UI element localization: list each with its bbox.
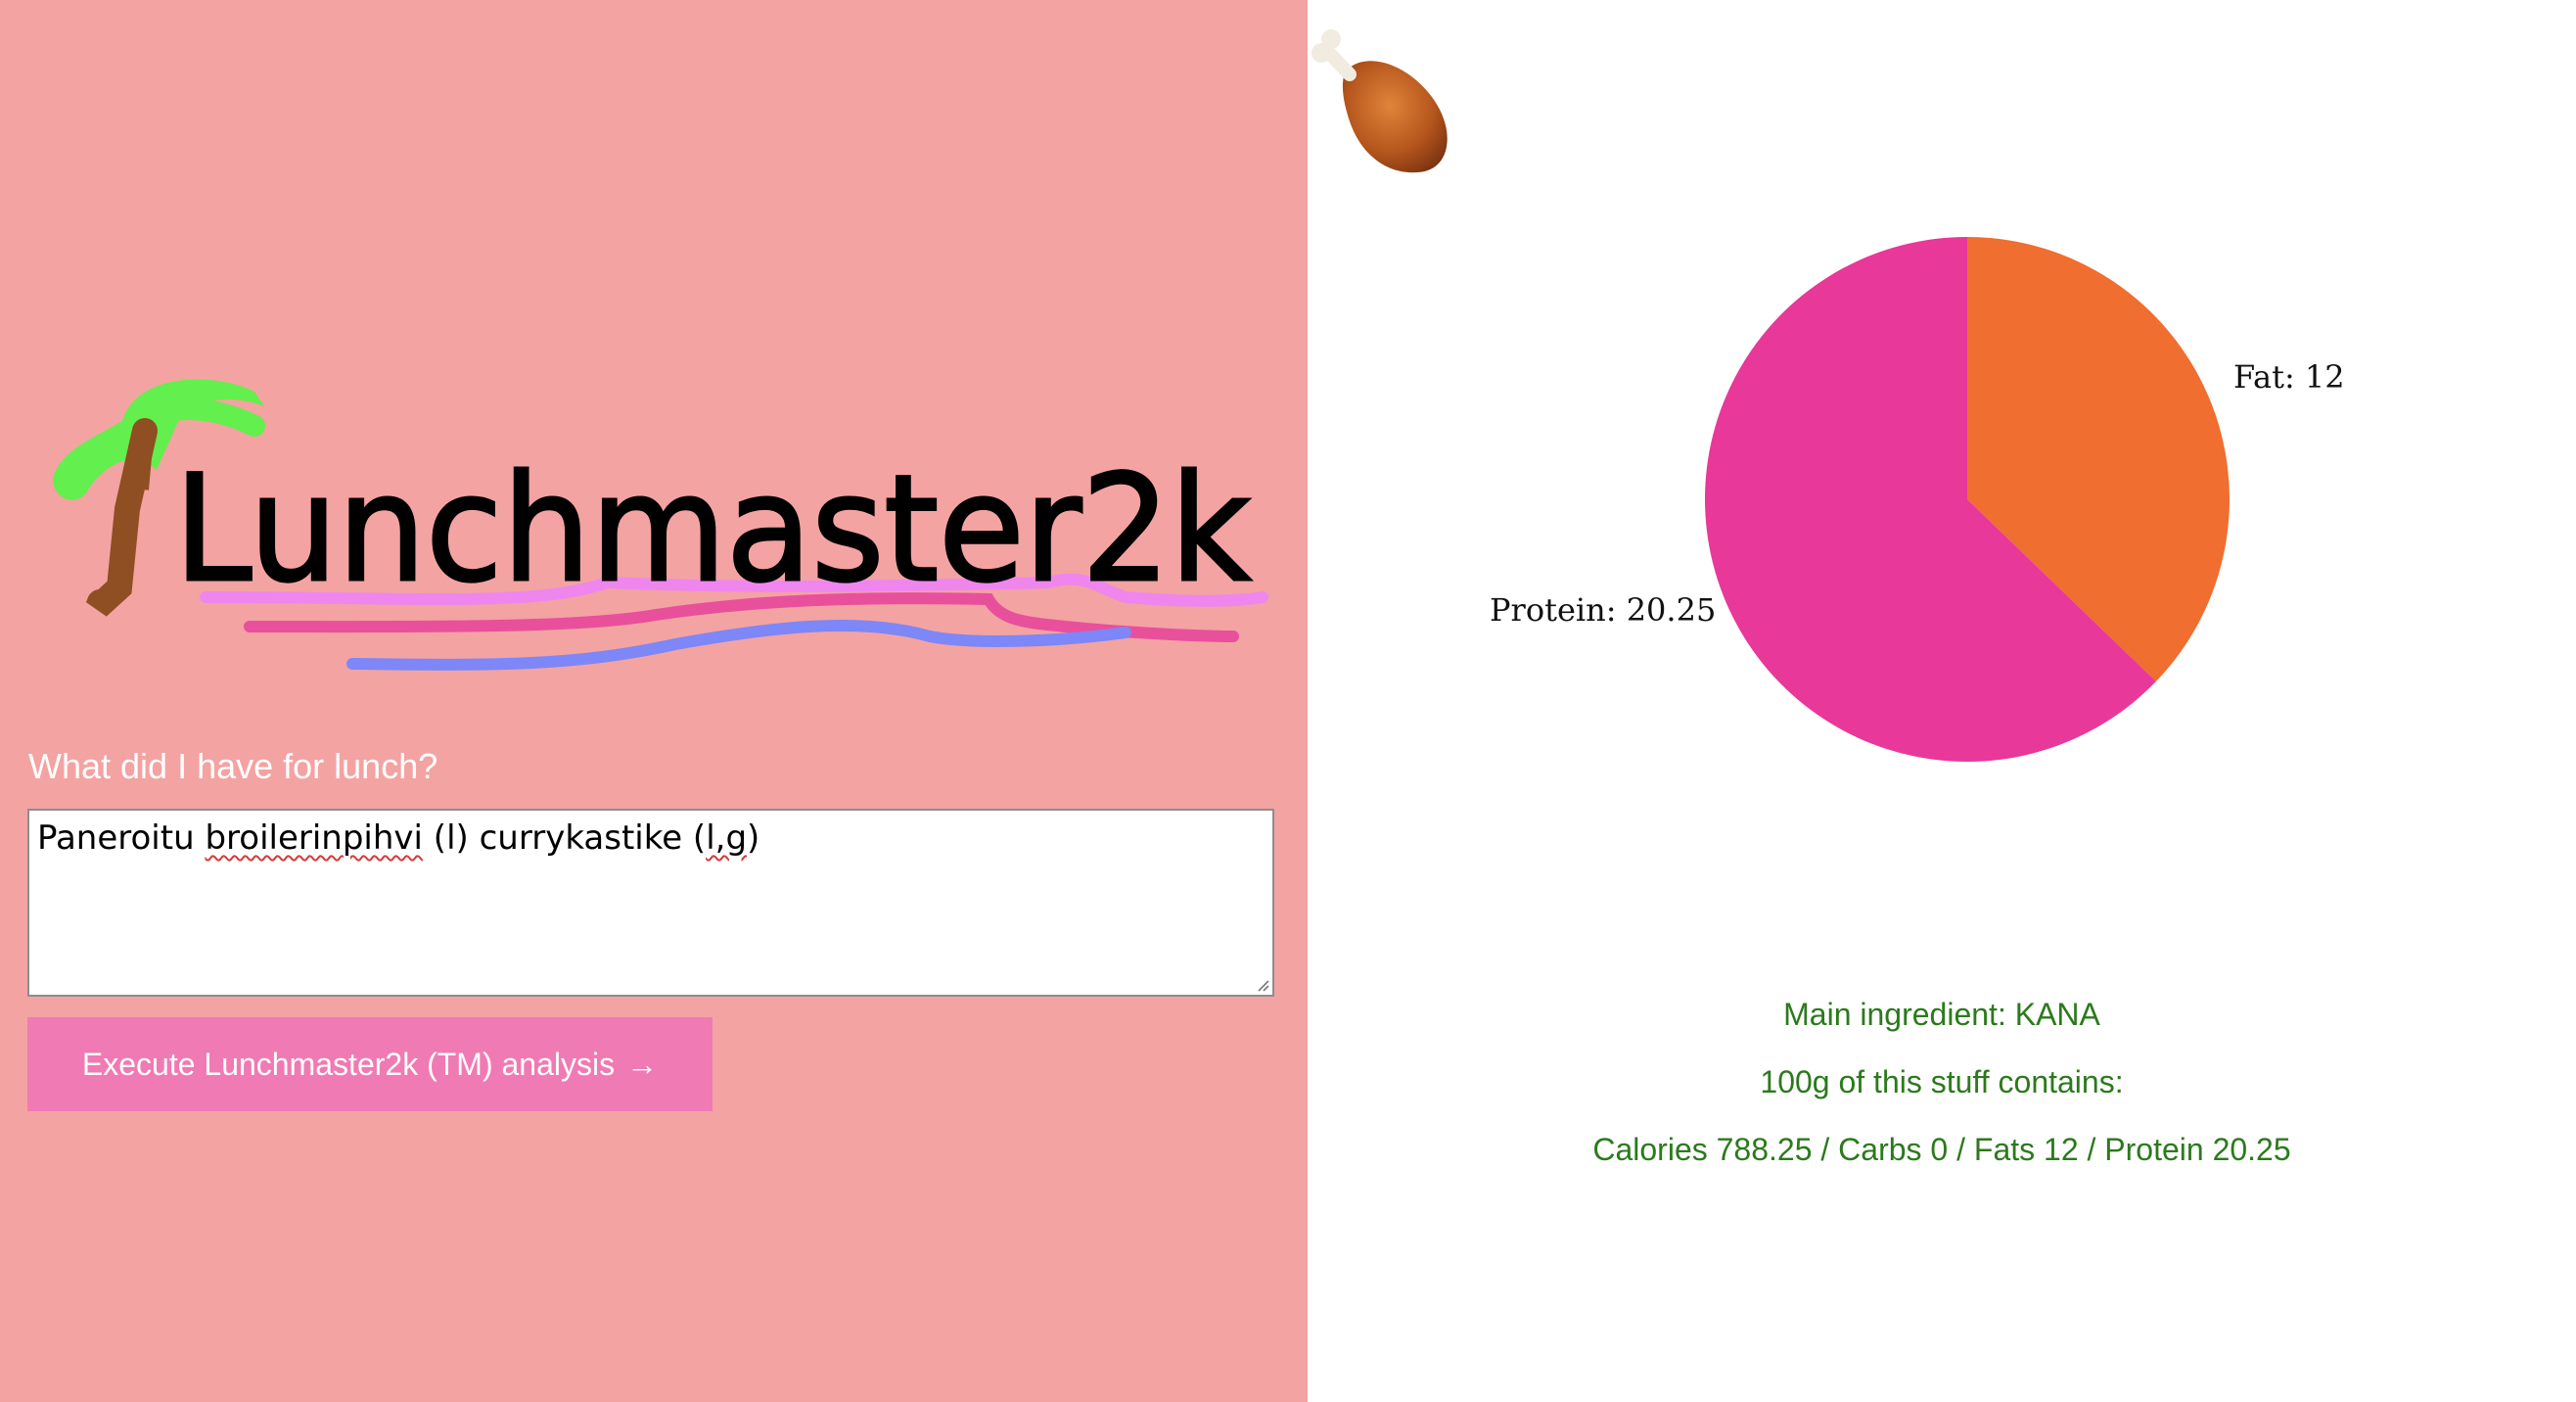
nutrition-pie-chart — [1705, 237, 2230, 763]
protein-slice-label: Protein: 20.25 — [1490, 591, 1717, 629]
input-panel: Lunchmaster2k What did I have for lunch?… — [0, 0, 1308, 1402]
drumstick-icon — [1311, 29, 1448, 173]
nutrition-summary: Calories 788.25 / Carbs 0 / Fats 12 / Pr… — [1592, 1132, 2291, 1167]
lunch-input-value: Paneroitu broilerinpihvi (l) currykastik… — [37, 818, 760, 858]
execute-analysis-button[interactable]: Execute Lunchmaster2k (TM) analysis → — [27, 1017, 713, 1111]
arrow-right-icon: → — [626, 1046, 659, 1082]
main-ingredient-text: Main ingredient: KANA — [1783, 997, 2100, 1032]
logo-text: Lunchmaster2k — [174, 444, 1251, 615]
logo: Lunchmaster2k — [53, 379, 1268, 671]
lunch-input[interactable]: Paneroitu broilerinpihvi (l) currykastik… — [27, 809, 1274, 997]
fat-slice-label: Fat: 12 — [2233, 358, 2345, 396]
lunch-question-label: What did I have for lunch? — [28, 746, 438, 786]
contains-heading: 100g of this stuff contains: — [1760, 1064, 2124, 1099]
resize-grip-icon[interactable] — [1254, 976, 1269, 992]
execute-button-label: Execute Lunchmaster2k (TM) analysis — [81, 1046, 616, 1082]
